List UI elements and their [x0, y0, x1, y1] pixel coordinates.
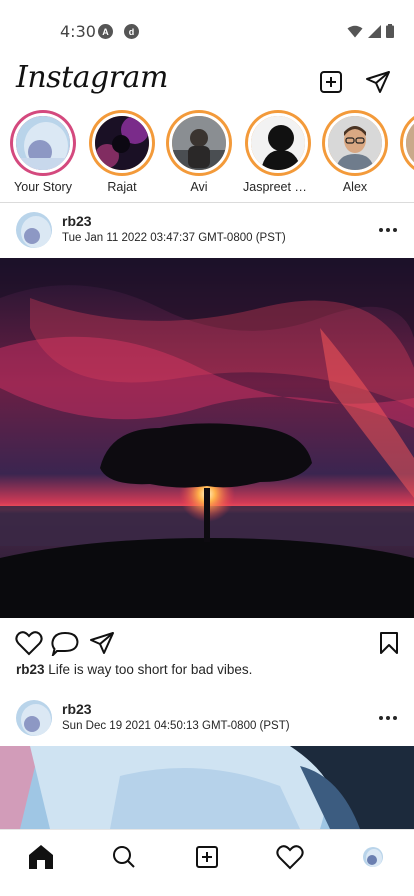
- comment-icon: [51, 631, 79, 656]
- nav-add-post[interactable]: [192, 842, 222, 872]
- stories-divider: [0, 202, 414, 203]
- post-options-button[interactable]: [376, 218, 400, 242]
- story-avatar: [403, 113, 414, 173]
- post-username[interactable]: rb23: [62, 701, 92, 717]
- story-label: Rajat: [107, 180, 137, 194]
- cellular-signal-icon: [368, 24, 381, 38]
- story-avatar: [325, 113, 385, 173]
- like-button[interactable]: [14, 628, 44, 658]
- story-avatar: [169, 113, 229, 173]
- comment-button[interactable]: [50, 628, 80, 658]
- instagram-logo: Instagram: [16, 60, 168, 95]
- direct-message-icon: [366, 71, 390, 93]
- app-header: Instagram: [0, 60, 414, 104]
- activity-heart-icon: [276, 845, 304, 870]
- story-avatar: [92, 113, 152, 173]
- share-icon: [90, 632, 114, 654]
- story-partial[interactable]: [398, 110, 414, 176]
- more-dot-icon: [379, 228, 383, 232]
- story-avatar: [248, 113, 308, 173]
- story-alex[interactable]: Alex: [320, 110, 390, 194]
- share-button[interactable]: [87, 628, 117, 658]
- new-post-button[interactable]: [317, 68, 345, 96]
- story-label: Your Story: [14, 180, 72, 194]
- notification-app-icon: d: [124, 24, 139, 39]
- post-action-bar: [0, 628, 414, 660]
- search-icon: [113, 846, 135, 868]
- story-label: Avi: [190, 180, 208, 194]
- more-dot-icon: [386, 716, 390, 720]
- story-your-story[interactable]: Your Story: [8, 110, 78, 194]
- story-jaspreet[interactable]: Jaspreet R...: [243, 110, 313, 194]
- story-rajat[interactable]: Rajat: [87, 110, 157, 194]
- post-username[interactable]: rb23: [62, 213, 92, 229]
- profile-avatar: [363, 847, 383, 867]
- nav-activity[interactable]: [275, 842, 305, 872]
- bookmark-icon: [380, 632, 398, 654]
- notification-app-icon: A: [98, 24, 113, 39]
- add-post-icon: [196, 846, 218, 868]
- story-ring: [166, 110, 232, 176]
- story-avi[interactable]: Avi: [164, 110, 234, 194]
- story-ring: [400, 110, 414, 176]
- nav-search[interactable]: [109, 842, 139, 872]
- post-options-button[interactable]: [376, 706, 400, 730]
- gesture-area: [0, 881, 414, 896]
- caption-text: Life is way too short for bad vibes.: [48, 662, 253, 677]
- story-ring: [322, 110, 388, 176]
- post-date: Sun Dec 19 2021 04:50:13 GMT-0800 (PST): [62, 720, 290, 732]
- story-avatar: [13, 113, 73, 173]
- status-icons: [347, 24, 394, 38]
- post-header: rb23 Sun Dec 19 2021 04:50:13 GMT-0800 (…: [0, 692, 414, 744]
- post-avatar[interactable]: [16, 700, 52, 736]
- status-time: 4:30: [60, 22, 96, 41]
- post-avatar[interactable]: [16, 212, 52, 248]
- story-label: Alex: [342, 180, 368, 194]
- nav-profile[interactable]: [358, 842, 388, 872]
- post-image[interactable]: [0, 258, 414, 618]
- story-label: Jaspreet R...: [243, 180, 313, 194]
- direct-message-button[interactable]: [364, 68, 392, 96]
- post-date: Tue Jan 11 2022 03:47:37 GMT-0800 (PST): [62, 232, 286, 244]
- story-ring: [89, 110, 155, 176]
- caption-username[interactable]: rb23: [16, 662, 45, 677]
- more-dot-icon: [379, 716, 383, 720]
- heart-icon: [15, 631, 43, 656]
- story-ring: [10, 110, 76, 176]
- stories-tray: Your Story Rajat Avi Jaspreet R... Alex: [0, 110, 414, 202]
- new-post-icon: [320, 71, 342, 93]
- more-dot-icon: [393, 716, 397, 720]
- battery-icon: [386, 24, 394, 38]
- bottom-nav: [0, 829, 414, 881]
- story-ring: [245, 110, 311, 176]
- more-dot-icon: [386, 228, 390, 232]
- post-caption: rb23 Life is way too short for bad vibes…: [16, 662, 252, 677]
- wifi-icon: [347, 25, 363, 37]
- post-image[interactable]: [0, 746, 414, 829]
- save-button[interactable]: [374, 628, 404, 658]
- more-dot-icon: [393, 228, 397, 232]
- status-bar: 4:30 A d: [0, 0, 414, 64]
- home-icon: [29, 845, 53, 869]
- nav-home[interactable]: [26, 842, 56, 872]
- post-header: rb23 Tue Jan 11 2022 03:47:37 GMT-0800 (…: [0, 204, 414, 256]
